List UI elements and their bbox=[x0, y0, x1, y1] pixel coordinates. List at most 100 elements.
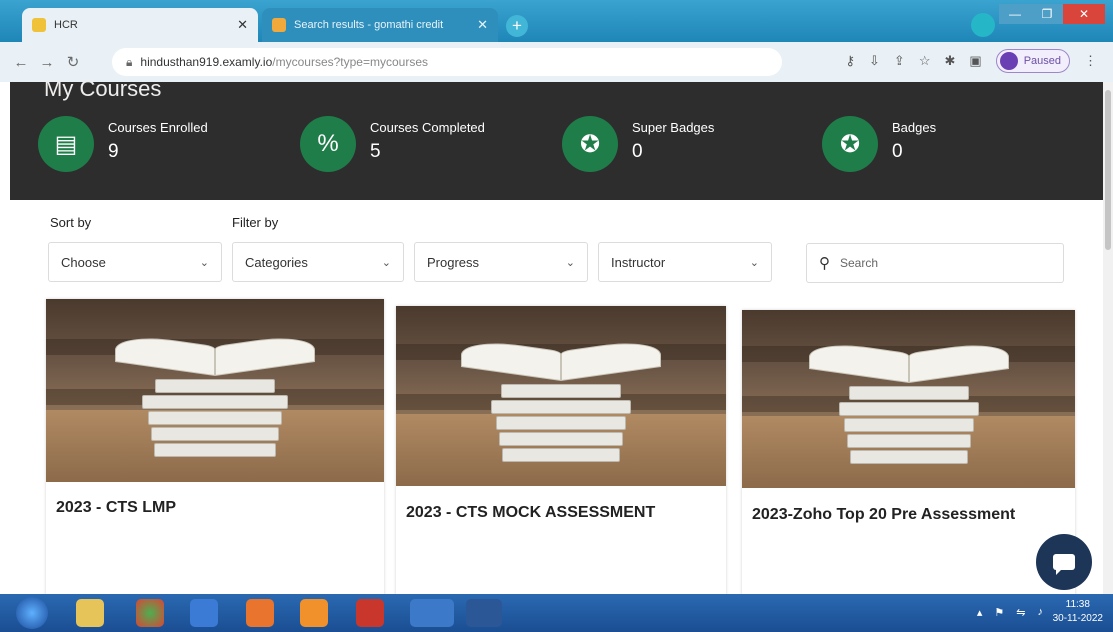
profile-avatar bbox=[999, 52, 1018, 70]
instructor-select-value: Instructor bbox=[611, 254, 666, 270]
stat-value: 0 bbox=[892, 141, 903, 162]
address-path: /mycourses?type=mycourses bbox=[272, 55, 428, 69]
categories-select-value: Categories bbox=[245, 254, 308, 270]
chevron-down-icon: ⌄ bbox=[381, 256, 391, 269]
browser-tabstrip: HCR ✕ Search results - gomathi credit ✕ … bbox=[0, 0, 1113, 42]
stat-value: 9 bbox=[108, 141, 119, 162]
course-card[interactable]: 2023 - CTS MOCK ASSESSMENT bbox=[396, 306, 726, 600]
course-card[interactable]: 2023-Zoho Top 20 Pre Assessment bbox=[742, 310, 1075, 600]
flag-icon[interactable]: ⚑ bbox=[994, 606, 1004, 619]
bookmark-star-icon[interactable]: ☆ bbox=[919, 53, 931, 69]
word-icon[interactable] bbox=[466, 599, 502, 627]
clock-time: 11:38 bbox=[1065, 599, 1090, 610]
clock-date: 30-11-2022 bbox=[1052, 613, 1103, 624]
stat-label: Courses Enrolled bbox=[108, 120, 208, 135]
stat-label: Badges bbox=[892, 120, 937, 135]
chat-bubble-icon bbox=[1053, 554, 1075, 575]
system-tray: ▴ ⚑ ⇋ ♪ bbox=[977, 606, 1043, 619]
install-icon[interactable]: ⇩ bbox=[869, 53, 880, 69]
profile-paused-button[interactable]: Paused bbox=[995, 49, 1070, 73]
browser-tab-active[interactable]: HCR ✕ bbox=[22, 8, 258, 42]
share-icon[interactable]: ⇪ bbox=[894, 53, 905, 69]
new-tab-button[interactable]: + bbox=[506, 15, 528, 37]
address-host: hindusthan919.examly.io bbox=[140, 55, 273, 69]
close-tab-icon[interactable]: ✕ bbox=[477, 17, 488, 33]
windows-taskbar: ▴ ⚑ ⇋ ♪ 11:38 30-11-2022 bbox=[0, 594, 1113, 632]
screen: HCR ✕ Search results - gomathi credit ✕ … bbox=[0, 0, 1113, 632]
profile-status: Paused bbox=[1023, 55, 1061, 67]
tab-title: Search results - gomathi credit bbox=[294, 19, 444, 31]
courses-enrolled-icon: ▤ bbox=[38, 116, 94, 172]
menu-kebab-icon[interactable]: ⋮ bbox=[1084, 53, 1097, 69]
volume-icon[interactable]: ♪ bbox=[1038, 606, 1044, 619]
sort-select[interactable]: Choose ⌄ bbox=[48, 242, 222, 282]
percent-icon: % bbox=[300, 116, 356, 172]
progress-select-value: Progress bbox=[427, 254, 480, 270]
page-title: My Courses bbox=[44, 76, 162, 101]
filter-by-label: Filter by bbox=[232, 215, 279, 230]
forward-icon[interactable]: → bbox=[34, 54, 60, 71]
stat-value: 0 bbox=[632, 141, 643, 162]
super-badge-icon: ✪ bbox=[562, 116, 618, 172]
course-thumbnail bbox=[742, 310, 1075, 488]
wps-icon[interactable] bbox=[356, 599, 384, 627]
media-player-icon[interactable] bbox=[300, 599, 328, 627]
back-icon[interactable]: ← bbox=[8, 54, 34, 71]
key-icon[interactable]: ⚷ bbox=[845, 53, 855, 69]
progress-select[interactable]: Progress ⌄ bbox=[414, 242, 588, 282]
stat-label: Super Badges bbox=[632, 120, 715, 135]
search-placeholder: Search bbox=[840, 256, 879, 270]
stat-label: Courses Completed bbox=[370, 120, 485, 135]
sort-by-label: Sort by bbox=[50, 215, 92, 230]
tab-title: HCR bbox=[54, 19, 78, 31]
reload-icon[interactable]: ↻ bbox=[60, 53, 86, 71]
instructor-select[interactable]: Instructor ⌄ bbox=[598, 242, 772, 282]
course-title[interactable]: 2023-Zoho Top 20 Pre Assessment bbox=[752, 506, 1015, 524]
scrollbar-thumb[interactable] bbox=[1105, 90, 1111, 250]
course-thumbnail bbox=[46, 299, 384, 482]
address-bar[interactable]: 🔒︎ hindusthan919.examly.io/mycourses?typ… bbox=[112, 48, 782, 76]
search-icon: ⚲ bbox=[819, 255, 830, 272]
close-tab-icon[interactable]: ✕ bbox=[237, 17, 248, 33]
stat-badges: ✪ Badges 0 bbox=[822, 116, 936, 172]
stat-courses-completed: % Courses Completed 5 bbox=[300, 116, 485, 172]
lock-icon: 🔒︎ bbox=[126, 54, 133, 69]
minimize-button[interactable]: — bbox=[999, 4, 1031, 24]
file-explorer-icon[interactable] bbox=[76, 599, 104, 627]
chevron-down-icon: ⌄ bbox=[749, 256, 759, 269]
window-controls: — ❐ ✕ bbox=[999, 4, 1105, 24]
course-thumbnail bbox=[396, 306, 726, 486]
extensions-icon[interactable]: ✱ bbox=[944, 53, 955, 69]
side-panel-icon[interactable]: ▣ bbox=[969, 53, 981, 69]
chrome-active-icon[interactable] bbox=[410, 599, 454, 627]
courses-summary-banner: My Courses ▤ Courses Enrolled 9 % Courses… bbox=[10, 76, 1103, 200]
network-icon[interactable]: ⇋ bbox=[1016, 606, 1025, 619]
internet-explorer-icon[interactable] bbox=[190, 599, 218, 627]
site-favicon-icon bbox=[272, 18, 286, 32]
firefox-icon[interactable] bbox=[246, 599, 274, 627]
categories-select[interactable]: Categories ⌄ bbox=[232, 242, 404, 282]
sort-select-value: Choose bbox=[61, 254, 106, 270]
page-scrollbar[interactable] bbox=[1103, 82, 1113, 594]
chrome-profile-icon[interactable] bbox=[971, 13, 995, 37]
chat-button[interactable] bbox=[1036, 534, 1092, 590]
course-title[interactable]: 2023 - CTS LMP bbox=[56, 499, 176, 517]
stat-courses-enrolled: ▤ Courses Enrolled 9 bbox=[38, 116, 208, 172]
chevron-down-icon: ⌄ bbox=[199, 256, 209, 269]
chevron-down-icon: ⌄ bbox=[565, 256, 575, 269]
chrome-icon[interactable] bbox=[136, 599, 164, 627]
browser-tab-inactive[interactable]: Search results - gomathi credit ✕ bbox=[262, 8, 498, 42]
close-window-button[interactable]: ✕ bbox=[1063, 4, 1105, 24]
start-button[interactable] bbox=[16, 597, 48, 629]
toolbar-actions: ⚷ ⇩ ⇪ ☆ ✱ ▣ Paused ⋮ bbox=[845, 49, 1097, 73]
maximize-button[interactable]: ❐ bbox=[1031, 4, 1063, 24]
site-favicon-icon bbox=[32, 18, 46, 32]
taskbar-clock[interactable]: 11:38 30-11-2022 bbox=[1053, 598, 1103, 626]
search-input[interactable]: ⚲ Search bbox=[806, 243, 1064, 283]
badge-icon: ✪ bbox=[822, 116, 878, 172]
stat-super-badges: ✪ Super Badges 0 bbox=[562, 116, 714, 172]
course-card[interactable]: 2023 - CTS LMP bbox=[46, 299, 384, 599]
course-title[interactable]: 2023 - CTS MOCK ASSESSMENT bbox=[406, 504, 655, 522]
stat-value: 5 bbox=[370, 141, 381, 162]
tray-arrow-icon[interactable]: ▴ bbox=[977, 606, 983, 619]
